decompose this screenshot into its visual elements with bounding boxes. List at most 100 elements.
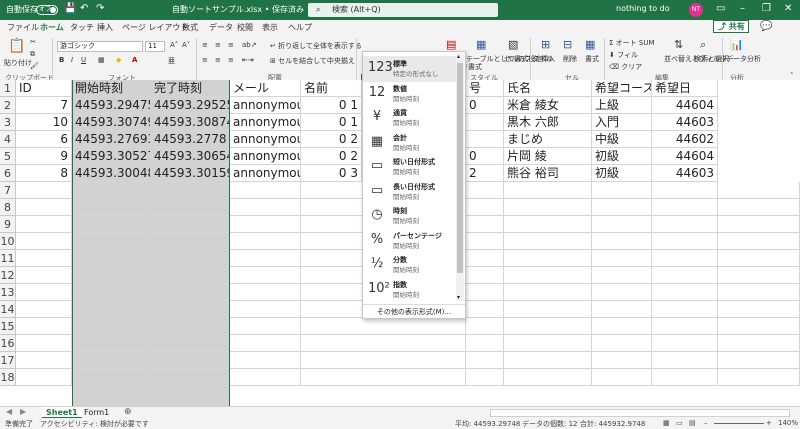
row-header[interactable]: 12 — [0, 267, 16, 284]
table-cell[interactable]: 0 2 — [301, 131, 362, 148]
cell-header-course[interactable]: 希望コース — [592, 80, 652, 97]
format-painter-icon[interactable]: 🖌 — [30, 62, 39, 70]
maximize-icon[interactable]: ❐ — [762, 3, 771, 14]
empty-cell[interactable] — [72, 216, 151, 233]
conditional-format-icon[interactable]: ▤ — [446, 38, 456, 51]
empty-cell[interactable] — [151, 335, 230, 352]
empty-cell[interactable] — [72, 318, 151, 335]
row-header[interactable]: 1 — [0, 80, 16, 97]
row-header[interactable]: 13 — [0, 284, 16, 301]
empty-cell[interactable] — [504, 182, 592, 199]
empty-cell[interactable] — [466, 301, 504, 318]
row-header[interactable]: 3 — [0, 114, 16, 131]
table-cell[interactable]: 黒木 六郎 — [504, 114, 592, 131]
empty-cell[interactable] — [466, 216, 504, 233]
empty-cell[interactable] — [151, 199, 230, 216]
table-cell[interactable]: 44603 — [652, 165, 718, 182]
format-cells-button[interactable]: 書式 — [585, 54, 599, 64]
table-cell[interactable]: 44593.29475 — [72, 97, 151, 114]
empty-cell[interactable] — [504, 369, 592, 386]
align-bottom-icon[interactable]: ≡ — [228, 41, 234, 49]
table-cell[interactable]: 44593.30654 — [151, 148, 230, 165]
empty-cell[interactable] — [16, 267, 72, 284]
empty-cell[interactable] — [16, 301, 72, 318]
empty-cell[interactable] — [16, 352, 72, 369]
empty-cell[interactable] — [16, 216, 72, 233]
tab-page-layout[interactable]: ページ レイアウト — [122, 22, 188, 33]
tab-file[interactable]: ファイル — [7, 22, 39, 33]
empty-cell[interactable] — [652, 284, 718, 301]
empty-cell[interactable] — [466, 335, 504, 352]
empty-cell[interactable] — [652, 216, 718, 233]
row-header[interactable]: 7 — [0, 182, 16, 199]
table-cell[interactable]: 0 2 — [301, 148, 362, 165]
cell-header-end[interactable]: 完了時刻 — [151, 80, 230, 97]
empty-cell[interactable] — [592, 250, 652, 267]
table-cell[interactable]: 10 — [16, 114, 72, 131]
table-cell[interactable]: 44604 — [652, 148, 718, 165]
empty-cell[interactable] — [504, 318, 592, 335]
table-cell[interactable]: 米倉 綾女 — [504, 97, 592, 114]
table-cell[interactable]: 44602 — [652, 131, 718, 148]
row-header[interactable]: 10 — [0, 233, 16, 250]
number-format-option[interactable]: % パーセンテージ 開始時刻 — [363, 228, 457, 254]
cell-header-mail[interactable]: メール — [230, 80, 301, 97]
collapse-ribbon-icon[interactable]: ˄ — [790, 72, 794, 80]
table-cell[interactable]: 7 — [16, 97, 72, 114]
empty-cell[interactable] — [652, 318, 718, 335]
cell-style-icon[interactable]: ▧ — [508, 38, 518, 51]
number-format-option[interactable]: 123 標準 特定の形式なし — [363, 56, 457, 82]
empty-cell[interactable] — [151, 301, 230, 318]
table-cell[interactable]: 初級 — [592, 165, 652, 182]
empty-cell[interactable] — [466, 233, 504, 250]
table-cell[interactable]: annonymous — [230, 114, 301, 131]
empty-cell[interactable] — [504, 284, 592, 301]
table-cell[interactable]: 9 — [16, 148, 72, 165]
delete-cells-button[interactable]: 削除 — [563, 54, 577, 64]
table-cell[interactable]: annonymous — [230, 131, 301, 148]
table-cell[interactable]: 入門 — [592, 114, 652, 131]
scroll-thumb[interactable] — [457, 63, 463, 273]
empty-cell[interactable] — [151, 216, 230, 233]
table-cell[interactable]: 上級 — [592, 97, 652, 114]
accessibility-status[interactable]: アクセシビリティ: 検討が必要です — [40, 419, 149, 429]
table-cell[interactable]: 44604 — [652, 97, 718, 114]
horizontal-scrollbar[interactable] — [490, 409, 790, 417]
ribbon-display-icon[interactable]: ▭ — [716, 3, 725, 14]
empty-cell[interactable] — [504, 233, 592, 250]
empty-cell[interactable] — [652, 335, 718, 352]
empty-cell[interactable] — [504, 216, 592, 233]
empty-cell[interactable] — [718, 284, 800, 301]
table-cell[interactable]: 初級 — [592, 148, 652, 165]
row-header[interactable]: 15 — [0, 318, 16, 335]
row-header[interactable]: 5 — [0, 148, 16, 165]
font-name-select[interactable]: 游ゴシック — [57, 41, 143, 52]
table-cell[interactable]: 44593.30527 — [72, 148, 151, 165]
empty-cell[interactable] — [466, 284, 504, 301]
empty-cell[interactable] — [466, 352, 504, 369]
undo-icon[interactable]: ↶ — [80, 3, 88, 14]
table-cell[interactable]: まじめ — [504, 131, 592, 148]
empty-cell[interactable] — [504, 352, 592, 369]
redo-icon[interactable]: ↷ — [96, 3, 104, 14]
empty-cell[interactable] — [16, 250, 72, 267]
empty-cell[interactable] — [652, 233, 718, 250]
bold-button[interactable]: B — [59, 56, 64, 64]
empty-cell[interactable] — [652, 199, 718, 216]
table-cell[interactable]: annonymous — [230, 148, 301, 165]
phonetic-icon[interactable]: 亜 — [168, 56, 175, 66]
row-header[interactable]: 11 — [0, 250, 16, 267]
clear-button[interactable]: ⌫ クリア — [609, 62, 642, 72]
table-cell[interactable]: 片岡 綾 — [504, 148, 592, 165]
empty-cell[interactable] — [72, 267, 151, 284]
empty-cell[interactable] — [151, 352, 230, 369]
table-cell[interactable]: 0 1 — [301, 97, 362, 114]
empty-cell[interactable] — [592, 216, 652, 233]
empty-cell[interactable] — [504, 301, 592, 318]
empty-cell[interactable] — [151, 267, 230, 284]
row-header[interactable]: 17 — [0, 352, 16, 369]
table-cell[interactable]: 2 — [466, 165, 504, 182]
empty-cell[interactable] — [151, 369, 230, 386]
empty-cell[interactable] — [718, 199, 800, 216]
empty-cell[interactable] — [151, 284, 230, 301]
